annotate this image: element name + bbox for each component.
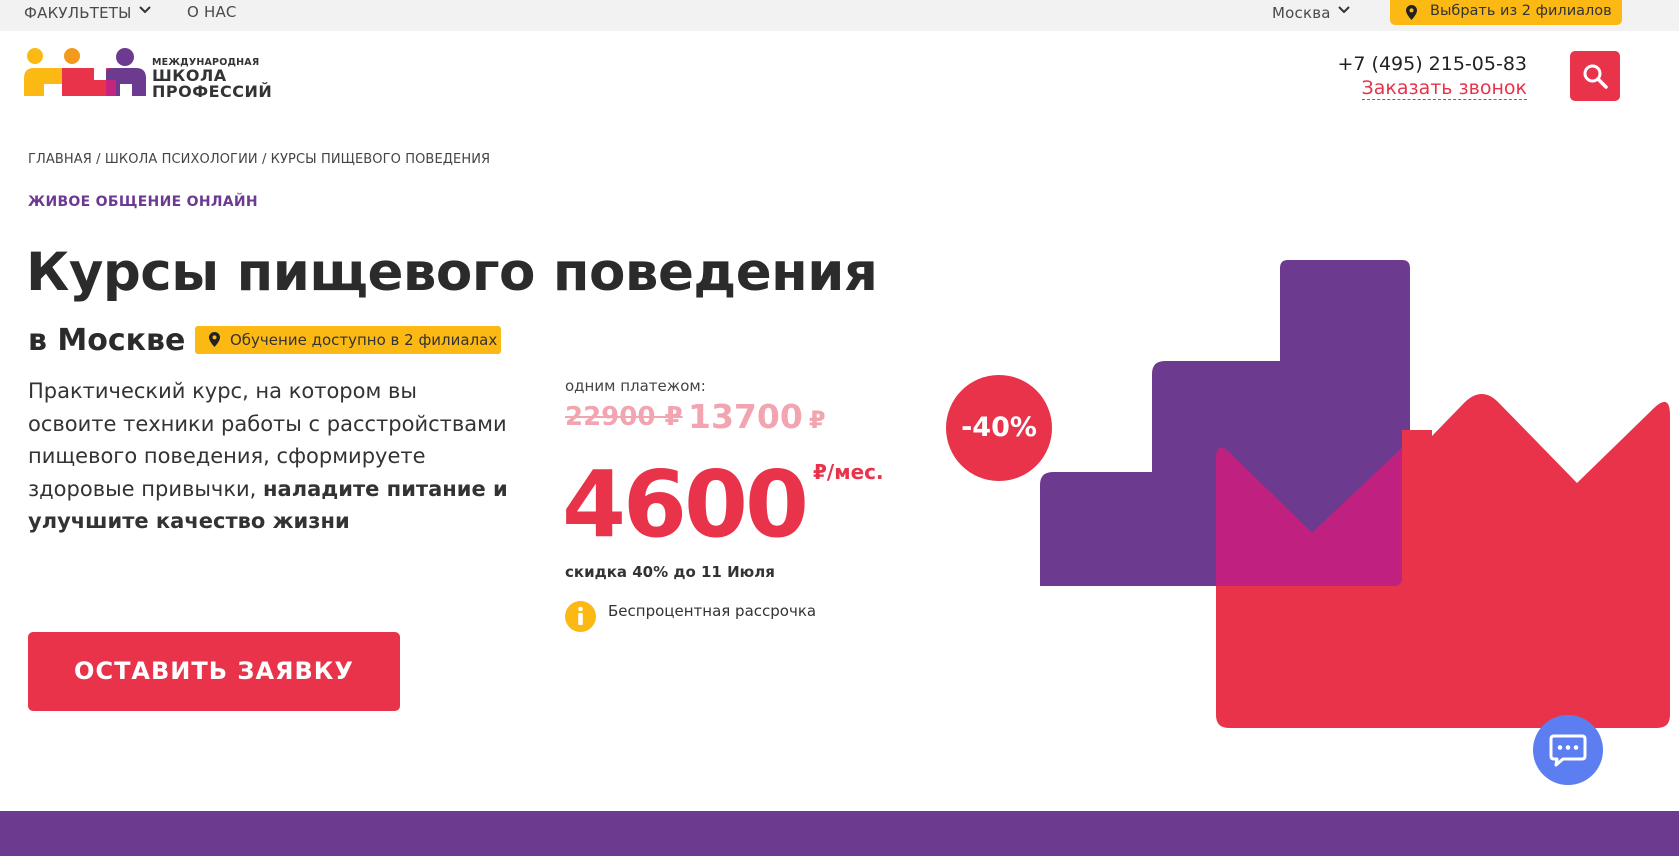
nav-faculties-label: ФАКУЛЬТЕТЫ bbox=[24, 4, 132, 22]
section-band bbox=[0, 811, 1679, 856]
chevron-down-icon bbox=[138, 6, 151, 14]
callback-link[interactable]: Заказать звонок bbox=[1361, 78, 1527, 100]
info-icon bbox=[565, 601, 596, 632]
one-payment-label: одним платежом: bbox=[565, 377, 706, 395]
city-label: Москва bbox=[1272, 4, 1331, 22]
city-select[interactable]: Москва bbox=[1272, 3, 1351, 22]
submit-application-button[interactable]: ОСТАВИТЬ ЗАЯВКУ bbox=[28, 632, 400, 711]
search-icon bbox=[1583, 64, 1608, 89]
logo-line-2: ПРОФЕССИЙ bbox=[152, 82, 273, 101]
nav-about[interactable]: О НАС bbox=[187, 3, 237, 21]
pin-icon bbox=[1406, 5, 1417, 20]
top-bar: ФАКУЛЬТЕТЫ О НАС Москва Выбрать из 2 фил… bbox=[0, 0, 1679, 31]
full-payment-amount: 13700 bbox=[688, 397, 803, 436]
monthly-price: 4600 bbox=[562, 451, 809, 558]
branches-label: Выбрать из 2 филиалов bbox=[1430, 3, 1612, 19]
chevron-down-icon bbox=[1337, 6, 1350, 14]
logo-text: ШКОЛА ПРОФЕССИЙ bbox=[152, 68, 272, 100]
page-subtitle: в Москве bbox=[28, 323, 186, 358]
page: ФАКУЛЬТЕТЫ О НАС Москва Выбрать из 2 фил… bbox=[0, 0, 1679, 856]
nav-faculties[interactable]: ФАКУЛЬТЕТЫ bbox=[24, 3, 152, 22]
hero-illustration bbox=[1040, 260, 1670, 728]
old-price: 22900 ₽ bbox=[565, 402, 683, 432]
installment-link[interactable]: Беспроцентная рассрочка bbox=[608, 602, 816, 620]
full-payment-currency: ₽ bbox=[808, 406, 826, 434]
branches-button[interactable]: Выбрать из 2 филиалов bbox=[1390, 0, 1622, 25]
discount-note: скидка 40% до 11 Июля bbox=[565, 563, 775, 581]
page-title: Курсы пищевого поведения bbox=[26, 242, 878, 303]
availability-badge: Обучение доступно в 2 филиалах bbox=[195, 326, 501, 354]
phone-number[interactable]: +7 (495) 215-05-83 bbox=[1337, 53, 1527, 75]
logo[interactable]: МЕЖДУНАРОДНАЯ ШКОЛА ПРОФЕССИЙ bbox=[24, 48, 274, 102]
per-month-label: ₽/мес. bbox=[813, 460, 884, 484]
breadcrumb[interactable]: ГЛАВНАЯ / ШКОЛА ПСИХОЛОГИИ / КУРСЫ ПИЩЕВ… bbox=[28, 152, 490, 167]
course-description: Практический курс, на котором вы освоите… bbox=[28, 375, 508, 538]
pin-icon bbox=[209, 332, 220, 347]
discount-badge: -40% bbox=[946, 375, 1052, 481]
chat-icon bbox=[1549, 734, 1587, 767]
full-payment-price: 13700 ₽ bbox=[688, 397, 826, 436]
eyebrow-label: ЖИВОЕ ОБЩЕНИЕ ОНЛАЙН bbox=[28, 194, 258, 210]
chat-button[interactable] bbox=[1533, 715, 1603, 785]
logo-mark bbox=[24, 48, 146, 96]
search-button[interactable] bbox=[1570, 51, 1620, 101]
availability-label: Обучение доступно в 2 филиалах bbox=[230, 331, 498, 349]
